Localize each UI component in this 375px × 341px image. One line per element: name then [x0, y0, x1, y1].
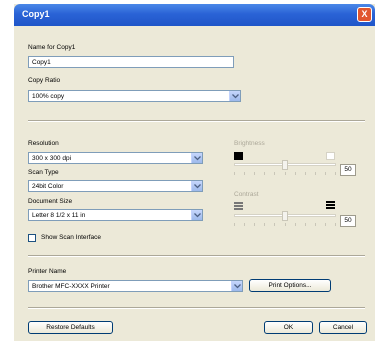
slider-tick: [335, 223, 336, 226]
printer-select[interactable]: Brother MFC-XXXX Printer: [28, 280, 243, 292]
brightness-slider[interactable]: [234, 160, 336, 180]
chevron-down-icon[interactable]: [191, 153, 202, 163]
scan-type-value: 24bit Color: [32, 183, 64, 190]
slider-tick: [325, 223, 326, 226]
slider-tick: [274, 172, 275, 175]
printer-name-label: Printer Name: [28, 268, 67, 275]
slider-tick: [335, 172, 336, 175]
slider-tick: [264, 172, 265, 175]
slider-tick: [234, 172, 235, 175]
copy-ratio-select[interactable]: 100% copy: [28, 90, 241, 102]
brightness-value[interactable]: 50: [340, 164, 356, 176]
ok-button[interactable]: OK: [264, 321, 313, 334]
window-title: Copy1: [22, 9, 50, 19]
slider-tick: [285, 172, 286, 175]
copy-ratio-value: 100% copy: [32, 93, 65, 100]
slider-tick: [244, 172, 245, 175]
slider-tick: [295, 223, 296, 226]
chevron-down-icon[interactable]: [191, 210, 202, 220]
slider-tick: [315, 172, 316, 175]
scan-type-label: Scan Type: [28, 169, 59, 176]
brightness-thumb[interactable]: [282, 160, 288, 170]
slider-tick: [274, 223, 275, 226]
print-options-button[interactable]: Print Options...: [249, 279, 331, 292]
slider-tick: [244, 223, 245, 226]
contrast-low-icon: [234, 202, 243, 210]
slider-tick: [234, 223, 235, 226]
title-bar[interactable]: Copy1 X: [14, 4, 375, 26]
document-size-label: Document Size: [28, 198, 73, 205]
show-scan-interface-checkbox[interactable]: [28, 234, 36, 242]
slider-tick: [295, 172, 296, 175]
copy-settings-dialog: Copy1 X Name for Copy1 Copy1 Copy Ratio …: [14, 4, 375, 341]
slider-tick: [285, 223, 286, 226]
brightness-light-icon: [326, 152, 335, 160]
contrast-ticks: [234, 223, 336, 226]
scan-type-select[interactable]: 24bit Color: [28, 180, 203, 192]
brightness-label: Brightness: [234, 140, 265, 147]
contrast-slider[interactable]: [234, 211, 336, 231]
resolution-value: 300 x 300 dpi: [32, 155, 72, 162]
slider-tick: [254, 223, 255, 226]
contrast-value[interactable]: 50: [340, 215, 356, 227]
contrast-thumb[interactable]: [282, 211, 288, 221]
name-input[interactable]: Copy1: [28, 56, 234, 68]
close-icon: X: [361, 9, 368, 19]
slider-tick: [264, 223, 265, 226]
slider-tick: [325, 172, 326, 175]
document-size-select[interactable]: Letter 8 1/2 x 11 in: [28, 209, 203, 221]
chevron-down-icon[interactable]: [191, 181, 202, 191]
document-size-value: Letter 8 1/2 x 11 in: [32, 212, 86, 219]
resolution-select[interactable]: 300 x 300 dpi: [28, 152, 203, 164]
contrast-high-icon: [326, 201, 335, 210]
cancel-button[interactable]: Cancel: [319, 321, 367, 334]
chevron-down-icon[interactable]: [229, 91, 240, 101]
brightness-ticks: [234, 172, 336, 175]
resolution-label: Resolution: [28, 140, 59, 147]
slider-tick: [305, 172, 306, 175]
separator: [28, 307, 365, 309]
printer-value: Brother MFC-XXXX Printer: [32, 283, 110, 290]
name-label: Name for Copy1: [28, 44, 76, 51]
brightness-dark-icon: [234, 152, 243, 160]
contrast-label: Contrast: [234, 191, 259, 198]
slider-tick: [254, 172, 255, 175]
close-button[interactable]: X: [357, 7, 372, 22]
separator: [28, 255, 365, 257]
chevron-down-icon[interactable]: [231, 281, 242, 291]
slider-tick: [315, 223, 316, 226]
separator: [28, 120, 365, 122]
restore-defaults-button[interactable]: Restore Defaults: [28, 321, 113, 334]
copy-ratio-label: Copy Ratio: [28, 77, 61, 84]
show-scan-interface-label: Show Scan Interface: [41, 234, 101, 241]
slider-tick: [305, 223, 306, 226]
